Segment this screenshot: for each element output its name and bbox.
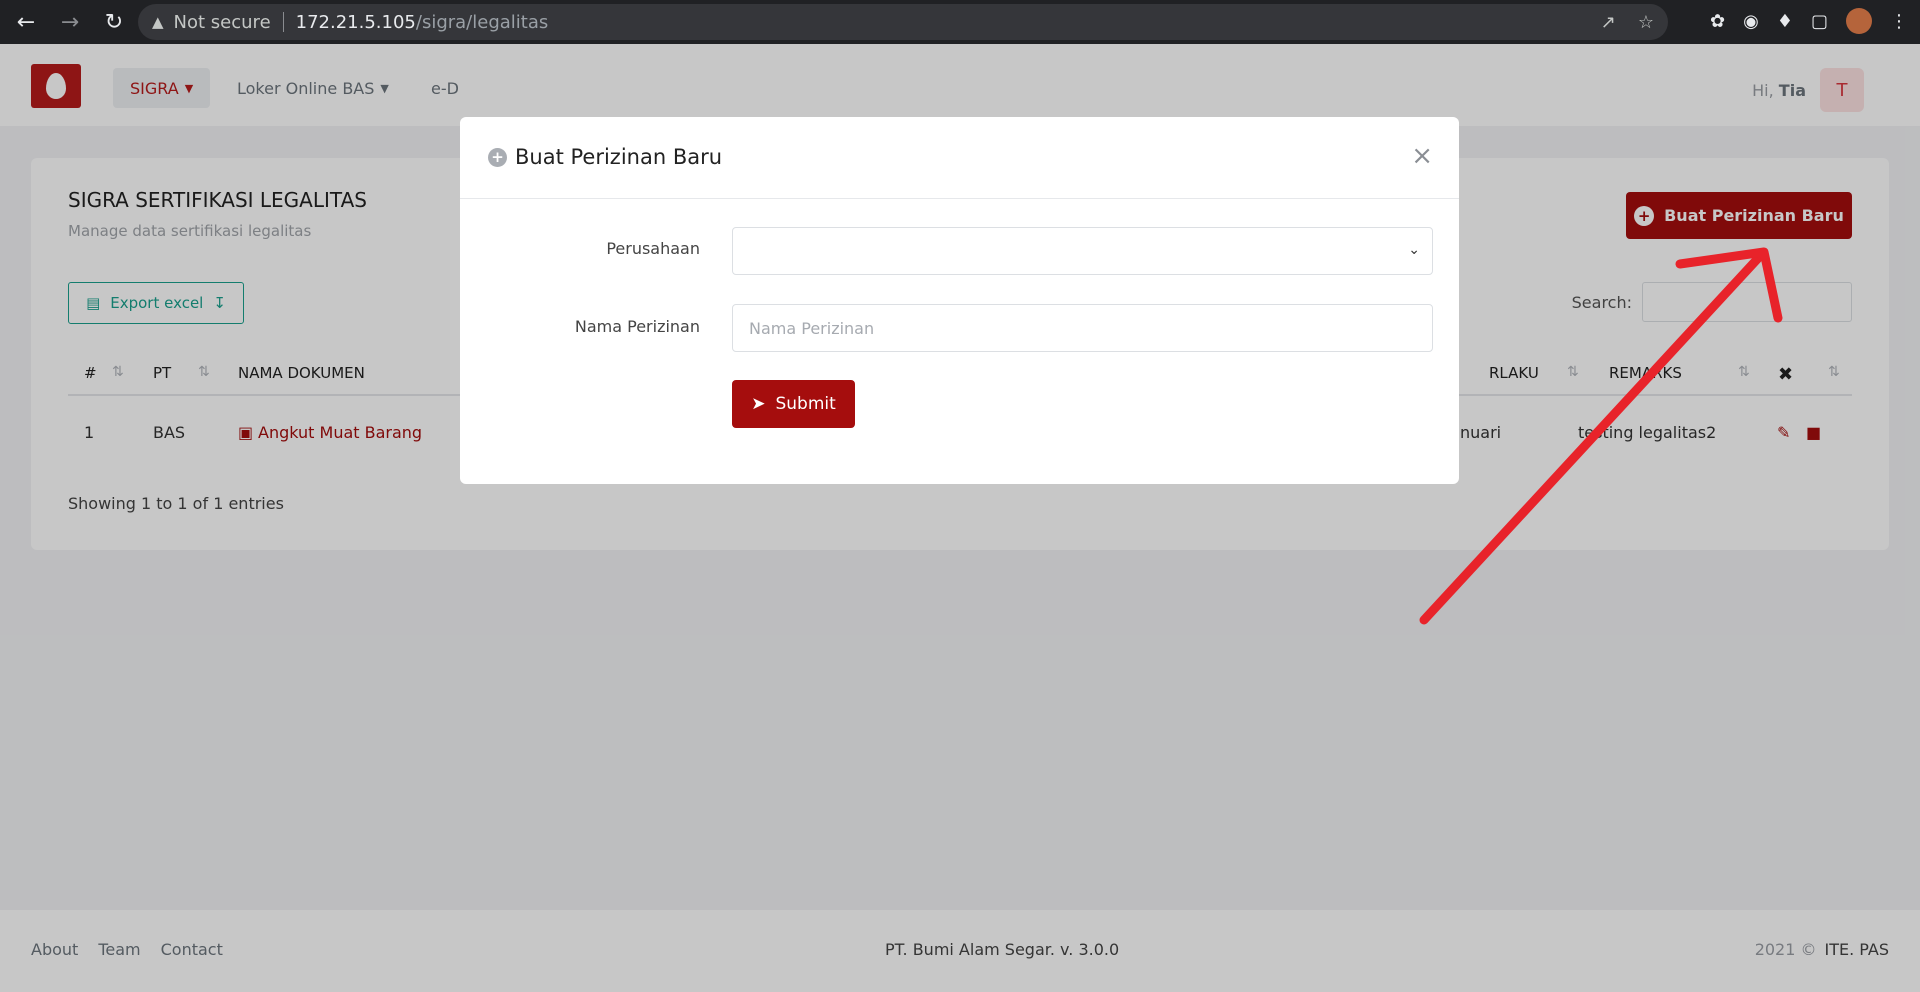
puzzle-extensions-icon[interactable]: ♦ xyxy=(1777,11,1793,32)
permit-name-input[interactable] xyxy=(732,304,1433,352)
address-bar[interactable]: ▲ Not secure 172.21.5.105/sigra/legalita… xyxy=(138,4,1668,40)
company-label: Perusahaan xyxy=(606,239,700,258)
modal-backdrop[interactable]: + Buat Perizinan Baru × Perusahaan ⌄ Nam… xyxy=(0,44,1920,992)
forward-icon[interactable]: → xyxy=(52,4,88,40)
cookie-extension-icon[interactable]: ✿ xyxy=(1710,11,1725,32)
modal-title: + Buat Perizinan Baru xyxy=(488,145,722,169)
address-separator xyxy=(282,12,284,32)
url-path: /sigra/legalitas xyxy=(415,11,549,33)
reload-icon[interactable]: ↻ xyxy=(96,4,132,40)
new-permit-modal: + Buat Perizinan Baru × Perusahaan ⌄ Nam… xyxy=(460,117,1459,484)
not-secure-label: Not secure xyxy=(173,11,271,33)
side-panel-icon[interactable]: ▢ xyxy=(1811,11,1828,32)
submit-label: Submit xyxy=(775,394,836,414)
close-icon[interactable]: × xyxy=(1411,141,1433,171)
company-select[interactable]: ⌄ xyxy=(732,227,1433,275)
paper-plane-icon: ➤ xyxy=(751,394,766,414)
plus-circle-icon: + xyxy=(488,147,507,167)
chevron-down-icon: ⌄ xyxy=(1408,242,1420,258)
modal-title-text: Buat Perizinan Baru xyxy=(515,145,723,169)
profile-avatar-icon[interactable] xyxy=(1846,8,1872,34)
warning-icon: ▲ xyxy=(152,13,164,31)
modal-header: + Buat Perizinan Baru × xyxy=(460,117,1459,199)
globe-extension-icon[interactable]: ◉ xyxy=(1743,11,1759,32)
kebab-menu-icon[interactable]: ⋮ xyxy=(1890,11,1908,32)
back-icon[interactable]: ← xyxy=(8,4,44,40)
url-host: 172.21.5.105 xyxy=(295,11,416,33)
browser-toolbar: ← → ↻ ▲ Not secure 172.21.5.105/sigra/le… xyxy=(0,0,1920,44)
permit-name-label: Nama Perizinan xyxy=(574,317,700,336)
submit-button[interactable]: ➤ Submit xyxy=(732,380,855,428)
share-icon[interactable]: ↗ xyxy=(1601,12,1616,33)
bookmark-star-icon[interactable]: ☆ xyxy=(1638,12,1654,33)
